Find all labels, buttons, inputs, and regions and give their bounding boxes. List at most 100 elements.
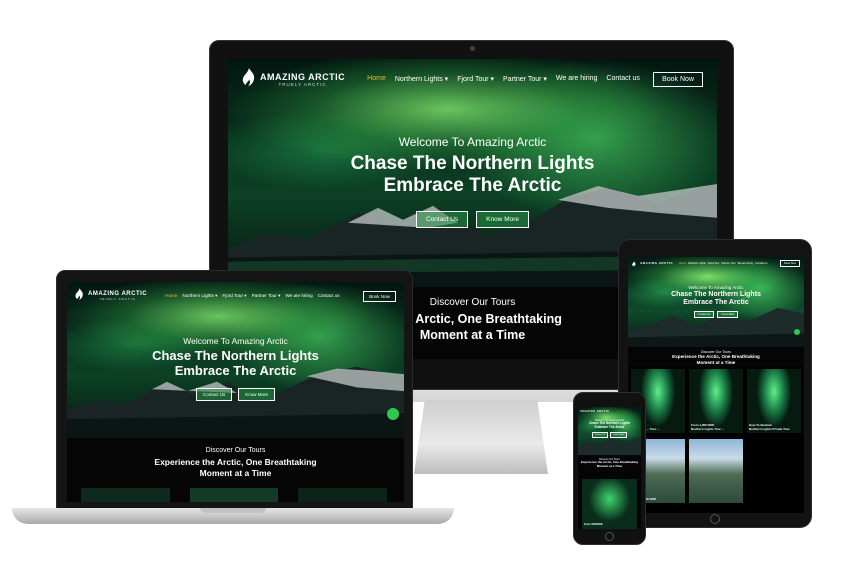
hero-welcome: Welcome To Amazing Arctic [688,285,744,290]
tour-card[interactable] [689,439,743,503]
tours-section: Discover Our Tours Experience the Arctic… [67,438,404,502]
nav-northern-lights[interactable]: Northern Lights ▾ [395,75,448,83]
book-now-button[interactable]: Book Now [653,71,703,87]
chevron-down-icon: ▾ [244,293,247,298]
navbar: AMAZING ARCTIC TRUELY ARCTIC Home Northe… [228,59,717,99]
hero-title-line2: Embrace The Arctic [683,299,749,307]
nav-label: Northern Lights [182,293,214,298]
tablet-screen: AMAZING ARCTIC Home Northern Lights Fjor… [628,257,804,513]
logo[interactable]: AMAZING ARCTIC [580,410,610,413]
nav-contact-us[interactable]: Contact us [606,75,639,83]
hero-content: Welcome To Amazing Arctic Chase The Nort… [67,336,404,401]
nav-label: Northern Lights [394,76,443,83]
tours-title: Discover Our Tours [205,447,266,454]
laptop-notch [200,508,266,513]
logo[interactable]: AMAZING ARCTIC TRUELY ARCTIC [242,67,346,91]
tour-card-title: Northern Lights Tour ... [691,426,725,431]
logo[interactable]: AMAZING ARCTIC TRUELY ARCTIC [75,287,147,305]
home-button[interactable] [605,532,614,541]
logo-subtitle: TRUELY ARCTIC [278,81,327,87]
hero-title-line1: Chase The Northern Lights [152,348,319,363]
tour-card[interactable] [81,488,170,502]
laptop-screen: AMAZING ARCTIC TRUELY ARCTIC Home Northe… [67,282,404,502]
chevron-down-icon: ▾ [490,76,495,83]
contact-us-button[interactable]: Contact Us [195,387,233,401]
nav-fjord-tour[interactable]: Fjord Tour [708,262,720,265]
nav-label: Partner Tour [251,293,277,298]
responsive-mockup: AMAZING ARCTIC TRUELY ARCTIC Home Northe… [0,0,860,583]
nav-partner-tour[interactable]: Partner Tour ▾ [252,293,281,299]
chevron-down-icon: ▾ [543,76,547,83]
nav-northern-lights[interactable]: Northern Lights ▾ [182,293,217,299]
tour-card[interactable]: From 1,000 NOK Northern Lights Tour ... [689,369,743,433]
navbar: AMAZING ARCTIC [578,407,641,416]
hero-content: Welcome To Amazing Arctic Chase The Nort… [628,285,804,319]
tour-card[interactable]: How To Booked Northern Lights Private Tou… [747,369,801,433]
tour-cards-preview [81,488,388,502]
hero-welcome: Welcome To Amazing Arctic [398,135,547,149]
nav-menu: Home Northern Lights ▾ Fjord Tour ▾ Part… [367,75,640,83]
hero-title-line1: Chase The Northern Lights [671,291,761,298]
contact-us-button[interactable]: Contact Us [415,210,469,228]
nav-home[interactable]: Home [679,262,686,265]
nav-contact-us[interactable]: Contact us [318,293,340,299]
know-more-button[interactable]: Know More [610,432,628,439]
flame-icon [75,287,84,305]
hero-title-line1: Chase The Northern Lights [350,153,595,174]
know-more-button[interactable]: Know More [717,311,739,319]
hero-buttons: Contact Us Know More [67,387,404,401]
tour-card-label: How To Booked Northern Lights Private Tou… [749,423,790,431]
know-more-button[interactable]: Know More [238,387,276,401]
know-more-button[interactable]: Know More [476,210,530,228]
nav-we-are-hiring[interactable]: We are hiring [738,262,753,265]
hero-title-line2: Embrace The Arctic [383,174,562,196]
nav-fjord-tour[interactable]: Fjord Tour ▾ [222,293,246,299]
nav-we-are-hiring[interactable]: We are hiring [556,75,598,83]
whatsapp-icon[interactable] [794,329,800,335]
nav-partner-tour[interactable]: Partner Tour ▾ [503,75,547,83]
tours-subtitle-line2: Moment at a Time [596,463,623,468]
logo-title: AMAZING ARCTIC [260,71,346,82]
logo[interactable]: AMAZING ARCTIC [632,257,673,272]
laptop-frame: AMAZING ARCTIC TRUELY ARCTIC Home Northe… [56,270,413,510]
contact-us-button[interactable]: Contact Us [693,311,715,319]
chevron-down-icon: ▾ [444,76,449,83]
nav-fjord-tour[interactable]: Fjord Tour ▾ [457,75,494,83]
chevron-down-icon: ▾ [215,293,218,298]
home-button[interactable] [710,514,720,524]
nav-label: Partner Tour [503,76,542,83]
tour-card[interactable] [298,488,388,502]
tour-card[interactable] [189,488,279,502]
whatsapp-icon[interactable] [387,408,399,420]
phone-screen: AMAZING ARCTIC Welcome To Amazing Arctic… [578,407,641,529]
logo-subtitle: TRUELY ARCTIC [99,297,136,301]
nav-partner-tour[interactable]: Partner Tour [721,262,735,265]
nav-northern-lights[interactable]: Northern Lights [688,262,706,265]
book-now-button[interactable]: Book Now [780,259,800,267]
flame-icon [242,67,256,91]
tours-section: Discover Our Tours Experience the Arctic… [628,347,804,367]
nav-home[interactable]: Home [165,293,177,299]
nav-contact-us[interactable]: Contact us [755,262,767,265]
nav-menu: Home Northern Lights ▾ Fjord Tour ▾ Part… [165,293,340,299]
camera-icon [470,46,475,51]
nav-home[interactable]: Home [367,75,386,83]
tours-subtitle-line2: Moment at a Time [696,359,736,365]
phone-frame: AMAZING ARCTIC Welcome To Amazing Arctic… [573,392,646,545]
hero-buttons: Contact Us Know More [228,210,717,228]
tour-card-price: From 1000NOK [584,523,603,527]
nav-we-are-hiring[interactable]: We are hiring [285,293,312,299]
chevron-down-icon: ▾ [278,293,281,298]
hero-title-line2: Embrace The Arctic [594,424,625,429]
book-now-button[interactable]: Book Now [363,290,396,302]
tour-card[interactable]: From 1000NOK [582,479,637,529]
logo-title: AMAZING ARCTIC [640,261,674,265]
hero-welcome: Welcome To Amazing Arctic [183,336,288,346]
hero-title-line2: Embrace The Arctic [174,362,297,378]
tours-section: Discover Our Tours Experience the Arctic… [578,455,641,529]
tours-subtitle-line1: Experience the Arctic, One Breathtaking [154,457,317,467]
logo-title: AMAZING ARCTIC [580,410,610,413]
contact-us-button[interactable]: Contact Us [591,432,609,439]
hero-buttons: Contact Us Know More [628,311,804,319]
hero-content: Welcome To Amazing Arctic Chase The Nort… [578,419,641,439]
